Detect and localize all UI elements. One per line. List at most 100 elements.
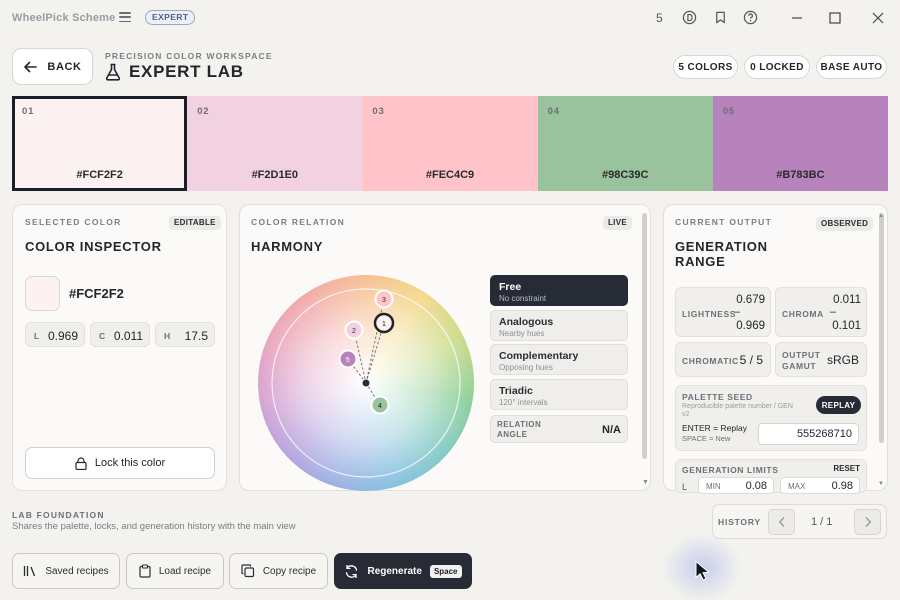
swatch-index: 03 [372,106,385,117]
editable-tag: EDITABLE [169,216,221,230]
inspector-hex[interactable]: #FCF2F2 [69,286,124,301]
history-page: 1 / 1 [811,516,833,528]
mouse-cursor-icon [695,561,710,581]
swatch-index: 05 [722,106,735,117]
h-label: H [164,331,171,341]
relation-option-complementary[interactable]: Complementary Opposing hues [490,344,628,375]
svg-text:5: 5 [346,357,350,364]
clipboard-icon [139,564,151,578]
option-subtitle: No constraint [499,294,547,303]
option-subtitle: 120° intervals [499,398,548,407]
range-dash: – [829,306,836,318]
saved-recipes-label: Saved recipes [45,565,109,577]
gamut-label-2: GAMUT [782,361,817,371]
color-inspector-panel: SELECTED COLOR EDITABLE COLOR INSPECTOR … [12,204,227,491]
lightness-max: 0.969 [736,320,765,332]
load-recipe-label: Load recipe [158,565,212,577]
option-title: Free [499,281,522,293]
min-value: 0.08 [745,480,767,492]
chevron-left-icon [778,516,785,528]
inspector-title: COLOR INSPECTOR [25,239,162,254]
colors-count-chip[interactable]: 5 COLORS [673,55,738,79]
scroll-down-icon[interactable]: ▼ [878,481,884,487]
page-title: EXPERT LAB [105,62,244,82]
harmony-scrollbar[interactable] [642,213,647,459]
lock-label: Lock this color [94,457,166,469]
chevron-right-icon [864,516,871,528]
c-value: 0.011 [113,329,143,343]
space-hint: SPACE = New [682,434,731,443]
seed-input[interactable]: 555268710 [758,423,859,445]
angle-value: N/A [602,424,621,436]
limits-label: GENERATION LIMITS [682,465,779,475]
wheel-point-1[interactable]: 1 [373,312,395,334]
scroll-up-icon[interactable]: ▲ [878,213,884,219]
swatch-05[interactable]: 05 #B783BC [712,96,889,191]
relation-kicker: COLOR RELATION [251,217,346,227]
h-value: 17.5 [184,329,208,343]
hue-field[interactable]: H 17.5 [155,322,215,347]
back-button[interactable]: BACK [12,48,93,85]
wheel-point-4[interactable]: 4 [370,395,390,415]
output-title-1: GENERATION [675,239,768,254]
copy-recipe-button[interactable]: Copy recipe [229,553,328,589]
help-icon[interactable] [743,10,758,25]
wheel-point-5[interactable]: 5 [338,349,358,369]
swatch-index: 02 [197,106,210,117]
scroll-down-icon[interactable]: ▼ [642,479,649,486]
load-recipe-button[interactable]: Load recipe [126,553,224,589]
swatch-02[interactable]: 02 #F2D1E0 [187,96,363,191]
gamut-label-1: OUTPUT [782,350,821,360]
range-dash: – [733,306,740,318]
color-wheel[interactable]: 3 1 2 5 4 [256,273,476,493]
svg-text:2: 2 [352,328,356,335]
output-kicker: CURRENT OUTPUT [675,217,773,227]
minimize-icon[interactable] [788,9,806,27]
history-prev-button[interactable] [768,509,795,535]
lock-color-button[interactable]: Lock this color [25,447,215,479]
regenerate-button[interactable]: Regenerate Space [334,553,472,589]
wheel-center-dot [362,379,370,387]
relation-angle-readout: RELATION ANGLE N/A [490,415,628,443]
chroma-field[interactable]: C 0.011 [90,322,150,347]
locked-count-chip[interactable]: 0 LOCKED [744,55,810,79]
menu-icon[interactable] [119,12,131,22]
reset-limits-button[interactable]: RESET [833,464,860,473]
relation-option-triadic[interactable]: Triadic 120° intervals [490,379,628,410]
observed-tag: OBSERVED [816,217,874,231]
l-value: 0.969 [47,329,78,343]
chroma-range: CHROMA 0.011 – 0.101 [775,287,867,337]
inspector-kicker: SELECTED COLOR [25,217,122,227]
bookmark-icon[interactable] [713,10,728,25]
foundation-description: Shares the palette, locks, and generatio… [12,521,296,532]
swatch-03[interactable]: 03 #FEC4C9 [362,96,538,191]
replay-button[interactable]: REPLAY [816,396,861,414]
maximize-icon[interactable] [826,9,844,27]
min-limit-field[interactable]: MIN 0.08 [698,477,774,494]
output-title-2: RANGE [675,254,726,269]
lightness-field[interactable]: L 0.969 [25,322,85,347]
color-preview[interactable] [25,276,60,311]
max-limit-field[interactable]: MAX 0.98 [780,477,860,494]
history-next-button[interactable] [854,509,881,535]
output-scrollbar[interactable] [879,213,884,443]
palette-strip: 01 #FCF2F2 02 #F2D1E0 03 #FEC4C9 04 #98C… [12,96,889,191]
relation-option-analogous[interactable]: Analogous Nearby hues [490,310,628,341]
option-subtitle: Nearby hues [499,329,545,338]
chroma-max: 0.101 [832,320,861,332]
swatch-01[interactable]: 01 #FCF2F2 [12,96,188,191]
arrow-left-icon [24,61,38,72]
wheel-point-3[interactable]: 3 [374,289,394,309]
saved-recipes-button[interactable]: Saved recipes [12,553,120,589]
wheel-point-2[interactable]: 2 [344,320,364,340]
chromatic-label: CHROMATIC [682,356,739,366]
close-icon[interactable] [869,9,887,27]
base-mode-chip[interactable]: BASE AUTO [816,55,887,79]
currency-icon[interactable] [682,10,697,25]
option-title: Triadic [499,385,533,397]
generation-limits-section: GENERATION LIMITS RESET L MIN 0.08 MAX 0… [675,459,867,494]
swatch-hex: #98C39C [601,169,649,181]
relation-option-free[interactable]: Free No constraint [490,275,628,306]
generation-output-panel: CURRENT OUTPUT OBSERVED GENERATION RANGE… [663,204,888,494]
swatch-04[interactable]: 04 #98C39C [537,96,713,191]
